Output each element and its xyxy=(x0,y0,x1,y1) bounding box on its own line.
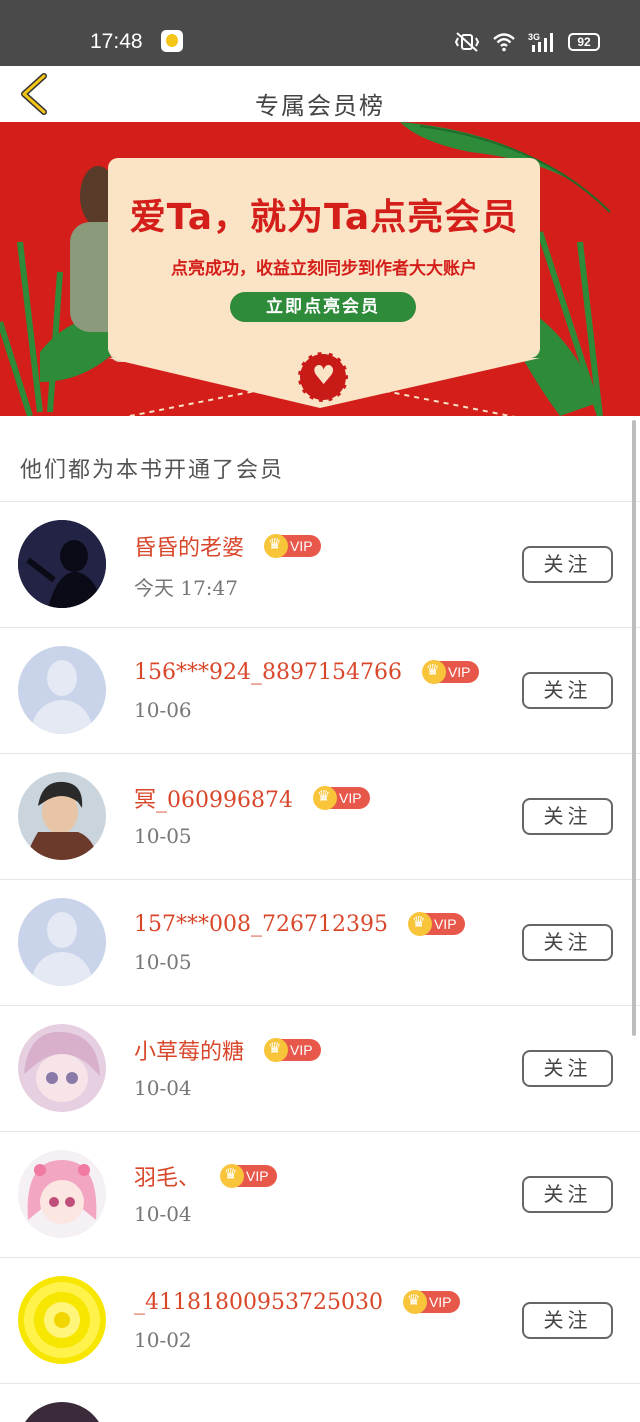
avatar-image xyxy=(18,772,106,860)
avatar-image xyxy=(18,1150,106,1238)
join-date: 10-05 xyxy=(134,824,192,848)
light-up-membership-button[interactable]: 立即点亮会员 xyxy=(230,292,416,322)
vip-badge: VIP xyxy=(407,912,465,936)
avatar[interactable] xyxy=(18,898,106,986)
list-item: 小草莓的糖 VIP 10-04 关注 xyxy=(0,1006,640,1132)
crown-icon xyxy=(264,534,289,558)
list-item: 157***008_726712395 VIP 10-05 关注 xyxy=(0,880,640,1006)
list-item: _41181800953725030 VIP 10-02 关注 xyxy=(0,1258,640,1384)
scrollbar[interactable] xyxy=(632,420,636,1036)
member-name[interactable]: 昏昏的老婆 xyxy=(134,530,244,562)
follow-button[interactable]: 关注 xyxy=(522,1302,613,1339)
member-name[interactable]: 157***008_726712395 xyxy=(134,912,388,937)
follow-button[interactable]: 关注 xyxy=(522,798,613,835)
crown-icon xyxy=(407,912,432,936)
vibrate-icon xyxy=(454,32,480,52)
page-title: 专属会员榜 xyxy=(255,92,385,120)
join-date: 10-04 xyxy=(134,1202,192,1226)
avatar-image xyxy=(18,1024,106,1112)
list-item: 羽毛、 VIP 10-04 关注 xyxy=(0,1132,640,1258)
avatar[interactable] xyxy=(18,646,106,734)
member-name[interactable]: _41181800953725030 xyxy=(134,1290,383,1315)
follow-button[interactable]: 关注 xyxy=(522,1050,613,1087)
banner-card: 爱Ta，就为Ta点亮会员 点亮成功，收益立刻同步到作者大大账户 立即点亮会员 xyxy=(108,158,540,358)
crown-icon xyxy=(402,1290,427,1314)
crown-icon xyxy=(264,1038,289,1062)
avatar-image xyxy=(18,1276,106,1364)
avatar[interactable] xyxy=(18,772,106,860)
avatar[interactable] xyxy=(18,520,106,608)
section-title: 他们都为本书开通了会员 xyxy=(20,458,285,483)
crown-icon xyxy=(220,1164,245,1188)
avatar[interactable] xyxy=(18,1024,106,1112)
join-date: 10-02 xyxy=(134,1328,192,1352)
status-icons: 3G 92 xyxy=(454,30,600,54)
follow-button[interactable]: 关注 xyxy=(522,924,613,961)
section-header: 他们都为本书开通了会员 xyxy=(0,416,640,502)
vip-badge: VIP xyxy=(220,1164,277,1188)
avatar[interactable] xyxy=(18,1402,106,1422)
heart-seal-icon xyxy=(298,352,348,402)
wifi-icon xyxy=(493,33,515,52)
member-name[interactable]: 小草莓的糖 xyxy=(134,1034,244,1066)
vip-badge: VIP xyxy=(421,660,479,684)
status-bar: 17:48 3G 92 xyxy=(0,0,640,66)
promo-banner[interactable]: 爱Ta，就为Ta点亮会员 点亮成功，收益立刻同步到作者大大账户 立即点亮会员 xyxy=(0,122,640,416)
network-type-label: 3G xyxy=(528,32,540,42)
avatar[interactable] xyxy=(18,1276,106,1364)
crown-icon xyxy=(421,660,446,684)
follow-button[interactable]: 关注 xyxy=(522,672,613,709)
join-date: 10-05 xyxy=(134,950,192,974)
member-list: 昏昏的老婆 VIP 今天 17:47 关注 156***924_88971547… xyxy=(0,502,640,1422)
join-date: 10-06 xyxy=(134,698,192,722)
list-item: 昏昏的老婆 VIP 今天 17:47 关注 xyxy=(0,502,640,628)
battery-icon: 92 xyxy=(568,33,600,51)
avatar[interactable] xyxy=(18,1150,106,1238)
nav-bar: 专属会员榜 xyxy=(0,66,640,122)
list-item: 156***924_8897154766 VIP 10-06 关注 xyxy=(0,628,640,754)
follow-button[interactable]: 关注 xyxy=(522,1176,613,1213)
crown-icon xyxy=(312,786,337,810)
list-item: 冥_060996874 VIP 10-05 关注 xyxy=(0,754,640,880)
banner-subtitle: 点亮成功，收益立刻同步到作者大大账户 xyxy=(171,259,477,279)
notification-app-icon xyxy=(161,30,183,52)
join-date: 10-04 xyxy=(134,1076,192,1100)
member-name[interactable]: 羽毛、 xyxy=(134,1160,200,1192)
list-item xyxy=(0,1384,640,1422)
join-date: 今天 17:47 xyxy=(134,576,238,600)
vip-badge: VIP xyxy=(264,534,321,558)
member-name[interactable]: 156***924_8897154766 xyxy=(134,660,402,685)
vip-badge: VIP xyxy=(264,1038,321,1062)
vip-badge: VIP xyxy=(312,786,370,810)
member-name[interactable]: 冥_060996874 xyxy=(134,782,293,814)
vip-badge: VIP xyxy=(402,1290,460,1314)
banner-headline: 爱Ta，就为Ta点亮会员 xyxy=(129,197,519,238)
follow-button[interactable]: 关注 xyxy=(522,546,613,583)
status-time: 17:48 xyxy=(90,30,143,53)
avatar-image xyxy=(18,520,106,608)
cellular-signal-icon: 3G xyxy=(528,32,553,52)
